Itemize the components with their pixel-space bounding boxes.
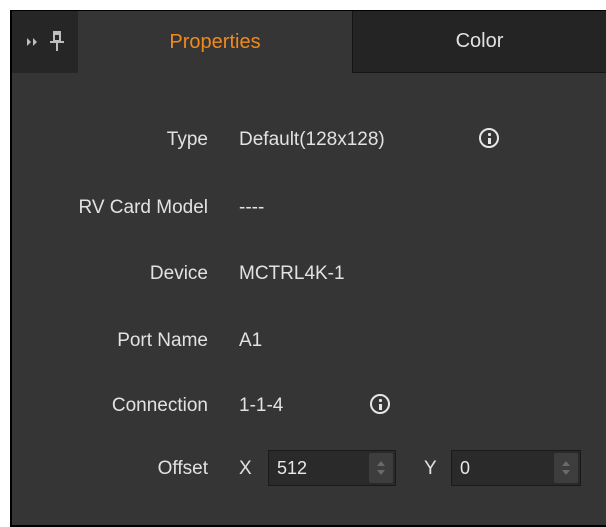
offset-y-label: Y [424, 458, 437, 479]
offset-x-stepper[interactable] [369, 453, 393, 483]
tab-bar: Properties Color [12, 11, 606, 73]
tab-color-label: Color [455, 30, 504, 52]
offset-y-input[interactable] [452, 451, 552, 485]
connection-value: 1-1-4 [239, 395, 284, 416]
device-value: MCTRL4K-1 [239, 263, 345, 284]
offset-x-label: X [239, 458, 252, 479]
offset-y-stepper[interactable] [554, 453, 578, 483]
connection-info-icon[interactable] [370, 394, 390, 414]
properties-panel: Properties Color Type Default(128x128) R… [10, 10, 606, 527]
tab-properties-label: Properties [169, 30, 261, 53]
device-label: Device [149, 263, 208, 284]
type-label: Type [166, 129, 208, 150]
offset-y-decrement-icon[interactable] [562, 470, 570, 475]
rv-card-model-label: RV Card Model [78, 197, 208, 218]
tab-color[interactable]: Color [352, 11, 606, 73]
offset-y-spinbox[interactable] [451, 450, 581, 486]
pin-icon[interactable] [48, 29, 66, 53]
offset-y-increment-icon[interactable] [562, 461, 570, 466]
offset-label: Offset [157, 458, 208, 479]
port-name-label: Port Name [117, 330, 208, 351]
expand-arrows-icon[interactable] [24, 33, 42, 51]
type-value: Default(128x128) [239, 129, 385, 150]
tab-properties[interactable]: Properties [78, 11, 352, 73]
offset-x-increment-icon[interactable] [377, 461, 385, 466]
rv-card-model-value: ---- [239, 197, 265, 218]
port-name-value: A1 [239, 330, 263, 351]
offset-x-input[interactable] [269, 451, 367, 485]
offset-x-decrement-icon[interactable] [377, 470, 385, 475]
offset-x-spinbox[interactable] [268, 450, 396, 486]
panel-controls [12, 11, 76, 73]
type-info-icon[interactable] [479, 128, 499, 148]
connection-label: Connection [111, 395, 208, 416]
